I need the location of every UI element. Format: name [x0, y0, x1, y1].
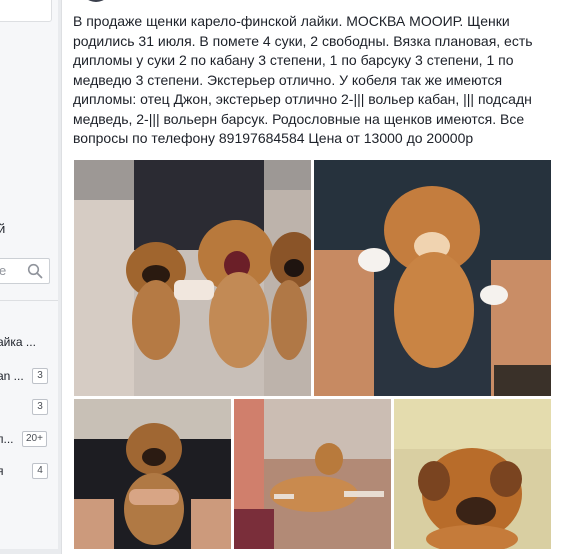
post-text: В продаже щенки карело-финской лайки. МО…	[73, 13, 533, 146]
sidebar-item-group-4[interactable]: п... 20+	[0, 430, 58, 450]
sidebar-item-group-2[interactable]: an ... 3	[0, 367, 58, 387]
search-icon[interactable]	[27, 263, 43, 279]
sidebar-item-badge: 3	[32, 368, 48, 384]
sidebar-item-badge: 4	[32, 463, 48, 479]
author-avatar[interactable]	[80, 0, 112, 2]
sidebar-item-label: айка ...	[0, 335, 36, 349]
photo-three-puppies[interactable]	[74, 160, 311, 396]
photo-puppy-held-up[interactable]	[314, 160, 551, 396]
post-card: В продаже щенки карело-финской лайки. МО…	[61, 0, 567, 554]
sidebar-item-group-5[interactable]: я 4	[0, 462, 58, 482]
sidebar-item-group-3[interactable]: 3	[0, 398, 58, 418]
search-placeholder: е	[0, 263, 7, 278]
sidebar-item-label: я	[0, 464, 4, 478]
sidebar-divider	[0, 300, 58, 301]
sidebar-top-box[interactable]	[0, 0, 52, 22]
sidebar-item-label: п...	[0, 432, 14, 446]
sidebar-item-group-1[interactable]: айка ...	[0, 333, 58, 353]
left-sidebar: й е айка ... an ... 3 3 п... 20+ я 4	[0, 0, 58, 549]
sidebar-heading: й	[0, 221, 6, 236]
sidebar-item-badge: 20+	[22, 431, 47, 447]
sidebar-search-input[interactable]: е	[0, 258, 50, 284]
photo-puppy-dark-shirt[interactable]	[74, 399, 231, 549]
sidebar-item-badge: 3	[32, 399, 48, 415]
photo-puppy-closeup[interactable]	[394, 399, 551, 549]
photo-adult-dog[interactable]	[234, 399, 391, 549]
sidebar-item-label: an ...	[0, 369, 24, 383]
